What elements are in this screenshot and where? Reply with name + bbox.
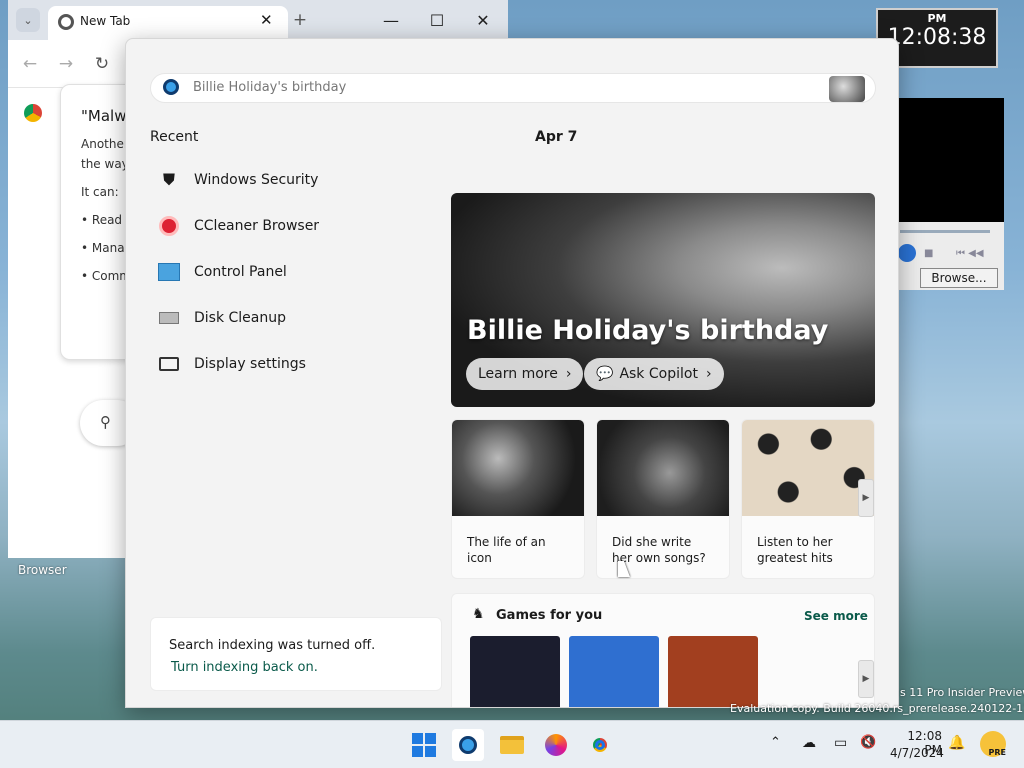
recent-heading: Recent — [150, 129, 199, 145]
minimize-icon[interactable]: — — [368, 0, 414, 40]
volume-muted-icon[interactable]: 🔇 — [860, 735, 876, 750]
maximize-icon[interactable]: ☐ — [414, 0, 460, 40]
chevron-right-icon: › — [565, 366, 572, 382]
pre-badge-label: PRE — [988, 748, 1007, 757]
onedrive-icon[interactable]: ☁ — [802, 735, 816, 751]
windows-search-panel: Billie Holiday's birthday Recent ⛊ Windo… — [125, 38, 899, 708]
firefox-icon[interactable] — [540, 729, 572, 761]
search-input[interactable]: Billie Holiday's birthday — [193, 80, 346, 95]
card-image — [597, 420, 729, 516]
watermark-line1: s 11 Pro Insider Preview — [900, 686, 1024, 699]
recent-item-label: CCleaner Browser — [194, 218, 320, 234]
chrome-icon — [58, 14, 74, 30]
network-icon[interactable]: ▭ — [834, 735, 847, 751]
stop-icon[interactable]: ■ — [924, 248, 933, 259]
previous-icon[interactable]: ⏮ ◀◀ — [956, 248, 984, 259]
display-icon — [158, 353, 180, 375]
card-caption: Did she write her own songs? — [612, 535, 706, 565]
recent-item-label: Windows Security — [194, 172, 319, 188]
indexing-notice: Search indexing was turned off. Turn ind… — [150, 617, 442, 691]
notification-bell-icon[interactable]: 🔔 — [948, 735, 965, 751]
shield-icon: ⛊ — [162, 170, 175, 189]
recent-item-control-panel[interactable]: Control Panel — [158, 255, 418, 289]
recent-item-ccleaner[interactable]: CCleaner Browser — [158, 209, 418, 243]
turn-indexing-on-link[interactable]: Turn indexing back on. — [171, 660, 318, 675]
ask-copilot-button[interactable]: 💬 Ask Copilot › — [584, 358, 724, 390]
reload-icon[interactable]: ↻ — [90, 52, 114, 76]
search-icon — [163, 79, 179, 95]
recent-item-label: Disk Cleanup — [194, 310, 287, 326]
media-player: ■ ⏮ ◀◀ Browse... — [898, 98, 1004, 290]
card-image — [452, 420, 584, 516]
hero-card[interactable]: Billie Holiday's birthday Learn more › 💬… — [451, 193, 875, 407]
tab-new-tab[interactable]: New Tab ✕ — [48, 6, 288, 40]
hero-title: Billie Holiday's birthday — [467, 315, 829, 346]
tab-title: New Tab — [80, 14, 131, 28]
video-area — [898, 98, 1004, 222]
chrome-logo-icon — [24, 104, 42, 122]
desktop-icon-label[interactable]: Browser — [18, 563, 67, 577]
card-life-of-icon[interactable]: The life of an icon — [451, 419, 585, 579]
tray-date[interactable]: 4/7/2024 — [890, 746, 944, 760]
cards-next-icon[interactable]: ▶ — [858, 479, 874, 517]
control-panel-icon — [158, 261, 180, 283]
chrome-tab-strip: ⌄ New Tab ✕ + — ☐ ✕ — [8, 0, 508, 40]
file-explorer-icon[interactable] — [496, 729, 528, 761]
learn-more-button[interactable]: Learn more › — [466, 358, 584, 390]
indexing-message: Search indexing was turned off. — [169, 638, 376, 653]
card-caption: Listen to her greatest hits — [757, 535, 833, 565]
recent-item-label: Control Panel — [194, 264, 287, 280]
chevron-right-icon: › — [705, 366, 712, 382]
back-icon[interactable]: ← — [18, 52, 42, 76]
close-tab-icon[interactable]: ✕ — [260, 11, 273, 29]
watermark-line2: Evaluation copy. Build 26040.rs_prerelea… — [730, 702, 1024, 715]
dialog-line: It can: — [81, 185, 119, 199]
chevron-up-icon[interactable]: ⌃ — [770, 735, 781, 750]
search-box[interactable]: Billie Holiday's birthday — [150, 73, 876, 103]
ccleaner-icon — [158, 215, 180, 237]
disk-cleanup-icon — [158, 307, 180, 329]
taskbar-search-icon[interactable] — [452, 729, 484, 761]
start-icon[interactable] — [408, 729, 440, 761]
mouse-cursor — [618, 561, 630, 577]
bing-highlight-image[interactable] — [829, 76, 865, 102]
recent-item-windows-security[interactable]: ⛊ Windows Security — [158, 163, 418, 197]
games-next-icon[interactable]: ▶ — [858, 660, 874, 698]
game-tile[interactable] — [569, 636, 659, 707]
clock-ampm: PM — [927, 12, 947, 25]
ask-copilot-label: Ask Copilot — [619, 366, 698, 382]
chess-icon: ♞ — [472, 606, 485, 622]
recent-item-label: Display settings — [194, 356, 306, 372]
card-write-songs[interactable]: Did she write her own songs? — [596, 419, 730, 579]
recent-item-display-settings[interactable]: Display settings — [158, 347, 418, 381]
card-caption: The life of an icon — [467, 535, 546, 565]
highlight-date: Apr 7 — [535, 129, 578, 145]
games-section: ♞ Games for you See more ▶ — [451, 593, 875, 707]
close-window-icon[interactable]: ✕ — [460, 0, 506, 40]
game-tile[interactable] — [470, 636, 560, 707]
games-title: Games for you — [496, 608, 603, 623]
pre-badge-icon[interactable]: PRE — [980, 731, 1006, 757]
card-greatest-hits[interactable]: Listen to her greatest hits — [741, 419, 875, 579]
taskbar: ⌃ ☁ ▭ 🔇 12:08 PM 4/7/2024 🔔 PRE — [0, 720, 1024, 768]
forward-icon[interactable]: → — [54, 52, 78, 76]
chrome-taskbar-icon[interactable] — [584, 729, 616, 761]
new-tab-icon[interactable]: + — [288, 8, 312, 32]
recent-item-disk-cleanup[interactable]: Disk Cleanup — [158, 301, 418, 335]
browse-button[interactable]: Browse... — [920, 268, 998, 288]
card-image — [742, 420, 874, 516]
learn-more-label: Learn more — [478, 366, 558, 382]
chat-icon: 💬 — [596, 366, 614, 382]
tab-search-icon[interactable]: ⌄ — [16, 8, 40, 32]
game-tile[interactable] — [668, 636, 758, 707]
play-icon[interactable] — [898, 244, 916, 262]
see-more-link[interactable]: See more — [804, 609, 868, 623]
seek-bar[interactable] — [900, 230, 990, 233]
search-icon: ⚲ — [100, 413, 111, 431]
